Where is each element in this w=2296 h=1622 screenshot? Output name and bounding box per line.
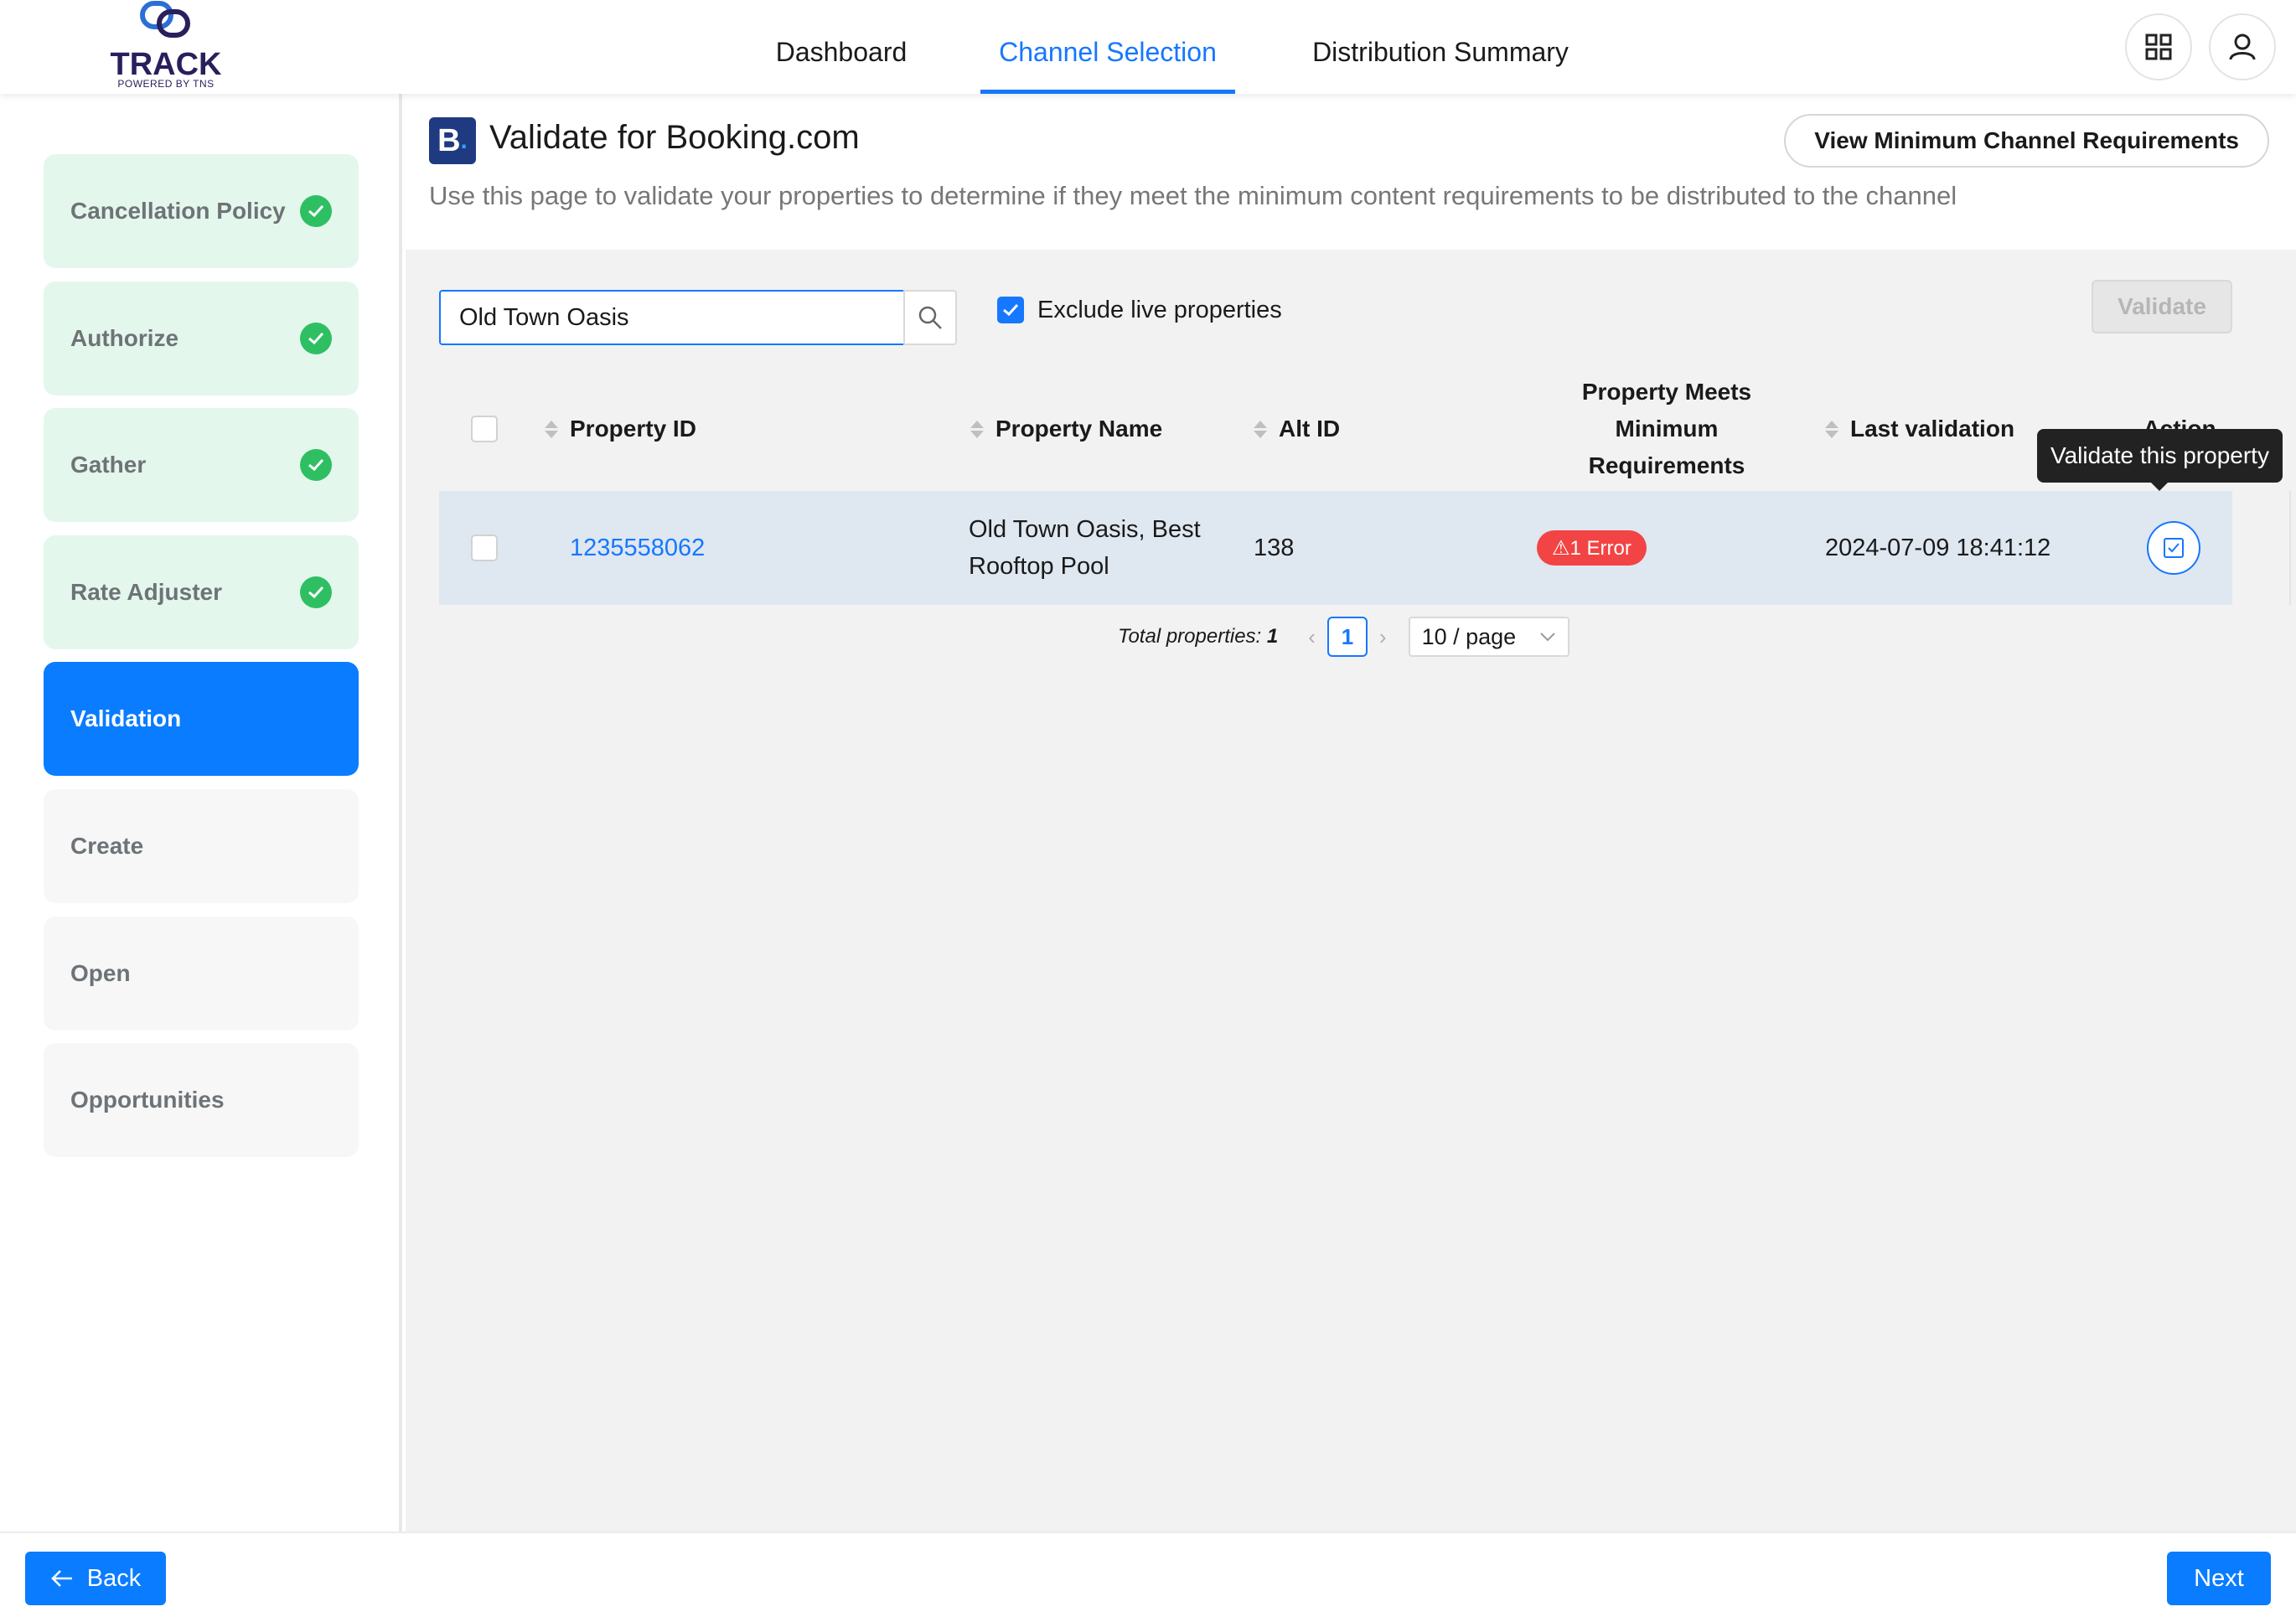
row-checkbox[interactable] <box>471 535 498 561</box>
check-circle-icon <box>300 576 332 608</box>
next-button[interactable]: Next <box>2167 1552 2271 1605</box>
booking-logo-icon: B. <box>429 117 476 164</box>
steps-sidebar: Cancellation Policy Authorize Gather Rat… <box>0 94 402 1532</box>
user-icon <box>2229 34 2256 60</box>
page-size-select[interactable]: 10 / page <box>1408 617 1569 657</box>
last-validation-cell: 2024-07-09 18:41:12 <box>1825 534 2051 561</box>
page-description: Use this page to validate your propertie… <box>429 181 1957 210</box>
next-page-icon[interactable]: › <box>1379 624 1387 650</box>
prev-page-icon[interactable]: ‹ <box>1308 624 1316 650</box>
sort-icon <box>545 420 558 438</box>
col-alt-id[interactable]: Alt ID <box>1254 367 1340 491</box>
apps-button[interactable] <box>2125 13 2192 80</box>
property-id-cell: 1235558062 <box>570 491 705 605</box>
track-logo-icon <box>140 1 190 38</box>
content-area: Exclude live properties Validate Propert… <box>406 250 2296 1532</box>
arrow-left-icon <box>50 1570 72 1587</box>
step-rate-adjuster[interactable]: Rate Adjuster <box>44 535 359 649</box>
validate-property-button[interactable] <box>2147 521 2200 575</box>
step-label: Cancellation Policy <box>70 198 286 224</box>
back-button[interactable]: Back <box>25 1552 166 1605</box>
exclude-live-checkbox[interactable] <box>997 297 1024 323</box>
error-status-badge[interactable]: ⚠1 Error <box>1537 530 1647 566</box>
pagination: Total properties: 1 ‹ 1 › 10 / page <box>1118 617 1569 657</box>
select-all-checkbox[interactable] <box>471 416 498 442</box>
search-icon <box>918 306 942 329</box>
step-gather[interactable]: Gather <box>44 408 359 522</box>
page-header: B. Validate for Booking.com View Minimum… <box>406 94 2296 250</box>
brand-tagline: POWERED BY TNS <box>117 78 215 90</box>
exclude-live-toggle[interactable]: Exclude live properties <box>997 293 1282 327</box>
step-label: Validation <box>70 705 182 731</box>
property-id-link[interactable]: 1235558062 <box>570 535 705 562</box>
step-cancellation-policy[interactable]: Cancellation Policy <box>44 154 359 268</box>
table-scrollbar[interactable] <box>2266 491 2291 605</box>
step-validation[interactable]: Validation <box>44 662 359 776</box>
view-requirements-button[interactable]: View Minimum Channel Requirements <box>1784 114 2269 168</box>
col-property-name[interactable]: Property Name <box>970 367 1162 491</box>
step-label: Open <box>70 960 131 986</box>
check-circle-icon <box>300 449 332 481</box>
col-meets-requirements: Property Meets Minimum Requirements <box>1581 379 1752 478</box>
property-name-cell: Old Town Oasis, Best Rooftop Pool <box>969 491 1201 605</box>
validate-button[interactable]: Validate <box>2092 280 2232 333</box>
search-input[interactable] <box>439 290 905 345</box>
top-header: TRACK POWERED BY TNS Dashboard Channel S… <box>0 0 2296 94</box>
user-button[interactable] <box>2209 13 2276 80</box>
chevron-down-icon <box>1539 633 1555 642</box>
col-last-validation[interactable]: Last validation <box>1825 367 2014 491</box>
step-label: Authorize <box>70 325 179 351</box>
step-create[interactable]: Create <box>44 789 359 903</box>
col-property-id[interactable]: Property ID <box>545 367 696 491</box>
step-opportunities[interactable]: Opportunities <box>44 1043 359 1157</box>
property-name: Old Town Oasis, Best <box>969 516 1201 543</box>
check-circle-icon <box>300 195 332 227</box>
brand-logo[interactable]: TRACK POWERED BY TNS <box>107 0 225 90</box>
step-label: Opportunities <box>70 1087 225 1113</box>
tab-dashboard[interactable]: Dashboard <box>766 0 917 94</box>
footer-bar: Back Next <box>0 1532 2296 1622</box>
step-authorize[interactable]: Authorize <box>44 282 359 395</box>
tab-channel-selection[interactable]: Channel Selection <box>980 0 1235 94</box>
sort-icon <box>1825 420 1838 438</box>
apps-grid-icon <box>2145 34 2172 60</box>
step-open[interactable]: Open <box>44 917 359 1031</box>
checkmark-icon <box>1003 303 1019 317</box>
exclude-live-label: Exclude live properties <box>1037 296 1282 323</box>
sort-icon <box>970 420 984 438</box>
step-label: Create <box>70 833 144 859</box>
page-title: Validate for Booking.com <box>489 119 860 156</box>
action-cell <box>2147 491 2200 605</box>
property-name: Rooftop Pool <box>969 553 1109 580</box>
check-square-icon <box>2164 538 2184 558</box>
page-number-button[interactable]: 1 <box>1326 617 1368 657</box>
check-circle-icon <box>300 323 332 354</box>
sort-icon <box>1254 420 1267 438</box>
tab-distribution-summary[interactable]: Distribution Summary <box>1301 0 1580 94</box>
validate-tooltip: Validate this property <box>2037 429 2283 491</box>
step-label: Rate Adjuster <box>70 579 223 605</box>
status-cell: ⚠1 Error <box>1537 491 1647 605</box>
select-all-cell <box>471 367 498 491</box>
alt-id-cell: 138 <box>1254 534 1295 561</box>
row-select-cell <box>471 491 498 605</box>
search-button[interactable] <box>903 290 957 345</box>
total-properties: Total properties: 1 <box>1118 625 1279 648</box>
step-label: Gather <box>70 452 147 478</box>
table-row: 1235558062 Old Town Oasis, Best Rooftop … <box>439 491 2232 605</box>
